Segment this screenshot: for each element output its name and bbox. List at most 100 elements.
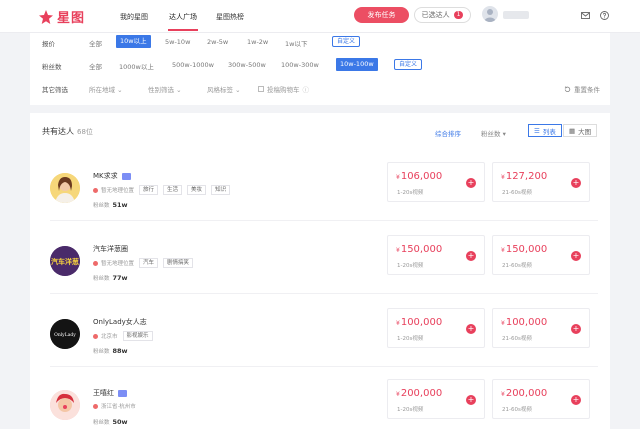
user-avatar[interactable] bbox=[482, 6, 498, 22]
mail-icon[interactable] bbox=[581, 12, 590, 19]
publish-task-button[interactable]: 发布任务 bbox=[354, 7, 409, 23]
view-list-button[interactable]: ☰ 列表 bbox=[528, 124, 562, 137]
fans-option-all[interactable]: 全部 bbox=[89, 61, 102, 71]
price-card-long[interactable]: ¥150,000 21-60s视频 + bbox=[492, 235, 590, 275]
fans-option-3m-5m[interactable]: 300w-500w bbox=[228, 61, 266, 69]
nav-talent-square[interactable]: 达人广场 bbox=[169, 12, 197, 22]
selected-talents-label: 已选达人 bbox=[421, 11, 450, 19]
price-desc: 1-20s视频 bbox=[397, 336, 424, 342]
region-dropdown[interactable]: 所在地域 ⌄ bbox=[89, 84, 123, 94]
talent-card[interactable]: OnlyLady OnlyLady女人志 北京市 影视娱乐 粉丝数 88w ¥10… bbox=[50, 305, 598, 367]
talent-card[interactable]: 王嘻红 浙江省·杭州市 粉丝数 50w ¥200,000 1-20s视频 + ¥2… bbox=[50, 376, 598, 429]
sort-fans-dropdown[interactable]: 粉丝数 ▾ bbox=[481, 128, 506, 138]
price-card-short[interactable]: ¥200,000 1-20s视频 + bbox=[387, 379, 485, 419]
talent-meta: 暂无地理位置 汽车 剧情搞笑 bbox=[93, 258, 194, 268]
price-option-10w-plus[interactable]: 10w以上 bbox=[116, 35, 151, 48]
price-card-long[interactable]: ¥127,200 21-60s视频 + bbox=[492, 162, 590, 202]
currency-symbol: ¥ bbox=[396, 391, 400, 398]
talent-avatar[interactable]: OnlyLady bbox=[50, 319, 80, 349]
results-title-text: 共有达人 bbox=[42, 127, 74, 136]
logo[interactable]: 星图 bbox=[38, 7, 85, 26]
checkbox-box bbox=[258, 86, 264, 92]
gender-dropdown[interactable]: 性别筛选 ⌄ bbox=[148, 84, 182, 94]
fans-option-100k-1m[interactable]: 10w-100w bbox=[336, 58, 378, 71]
talent-name-text: 汽车洋葱圈 bbox=[93, 245, 128, 253]
price-amount: 100,000 bbox=[400, 317, 443, 328]
talent-name[interactable]: 王嘻红 bbox=[93, 388, 127, 398]
talent-fans: 粉丝数 88w bbox=[93, 347, 128, 355]
price-option-all[interactable]: 全部 bbox=[89, 38, 102, 48]
talent-meta: 暂无地理位置 旅行 生活 美妆 知识 bbox=[93, 185, 231, 195]
talent-card[interactable]: MK求求 暂无地理位置 旅行 生活 美妆 知识 粉丝数 51w ¥106,000 … bbox=[50, 159, 598, 221]
nav-active-indicator bbox=[168, 29, 198, 31]
selected-talents-button[interactable]: 已选达人 1 bbox=[414, 7, 471, 23]
add-plus-icon[interactable]: + bbox=[466, 251, 476, 261]
talent-tag: 影视娱乐 bbox=[122, 331, 153, 341]
price-option-1w-2w[interactable]: 1w-2w bbox=[247, 38, 268, 46]
price-value: ¥106,000 bbox=[396, 171, 442, 182]
talent-avatar[interactable]: 汽车洋葱 bbox=[50, 246, 80, 276]
price-amount: 200,000 bbox=[505, 388, 548, 399]
location-pin-icon bbox=[93, 187, 98, 193]
sort-comprehensive[interactable]: 综合排序 bbox=[435, 128, 461, 138]
fans-count: 88w bbox=[112, 347, 128, 355]
talent-avatar[interactable] bbox=[50, 390, 80, 420]
fans-count: 51w bbox=[112, 201, 128, 209]
talent-name[interactable]: MK求求 bbox=[93, 171, 131, 181]
price-custom-button[interactable]: 自定义 bbox=[332, 36, 361, 47]
currency-symbol: ¥ bbox=[501, 320, 505, 327]
price-value: ¥150,000 bbox=[396, 244, 442, 255]
style-tag-dropdown[interactable]: 风格标签 ⌄ bbox=[207, 84, 241, 94]
talent-avatar-image bbox=[50, 173, 80, 203]
view-grid-button[interactable]: ▦ 大图 bbox=[563, 124, 598, 137]
style-tag-dropdown-label: 风格标签 bbox=[207, 86, 233, 94]
fans-option-1m-3m[interactable]: 100w-300w bbox=[281, 61, 319, 69]
sort-fans-label: 粉丝数 bbox=[481, 130, 501, 138]
top-bar: 星图 我的星图 达人广场 星图热榜 发布任务 已选达人 1 bbox=[0, 0, 640, 33]
talent-tag: 汽车 bbox=[139, 258, 159, 268]
price-card-long[interactable]: ¥200,000 21-60s视频 + bbox=[492, 379, 590, 419]
currency-symbol: ¥ bbox=[396, 320, 400, 327]
user-name-blurred bbox=[503, 11, 529, 19]
add-plus-icon[interactable]: + bbox=[571, 178, 581, 188]
info-icon: ⓘ bbox=[302, 86, 310, 94]
shopping-cart-checkbox-label: 投稿购物车 bbox=[267, 86, 300, 94]
talent-avatar[interactable] bbox=[50, 173, 80, 203]
price-card-short[interactable]: ¥100,000 1-20s视频 + bbox=[387, 308, 485, 348]
add-plus-icon[interactable]: + bbox=[466, 324, 476, 334]
price-card-short[interactable]: ¥106,000 1-20s视频 + bbox=[387, 162, 485, 202]
fans-option-5m-10m[interactable]: 500w-1000w bbox=[172, 61, 214, 69]
price-option-2w-5w[interactable]: 2w-5w bbox=[207, 38, 228, 46]
fans-custom-button[interactable]: 自定义 bbox=[394, 59, 423, 70]
talent-name[interactable]: OnlyLady女人志 bbox=[93, 317, 147, 327]
nav-my-xingtu[interactable]: 我的星图 bbox=[120, 12, 148, 22]
price-card-long[interactable]: ¥100,000 21-60s视频 + bbox=[492, 308, 590, 348]
help-icon[interactable] bbox=[600, 11, 609, 20]
price-option-under-1w[interactable]: 1w以下 bbox=[285, 38, 307, 48]
filter-panel: 报价 全部 10w以上 5w-10w 2w-5w 1w-2w 1w以下 自定义 … bbox=[30, 33, 610, 105]
reset-filters-button[interactable]: 重置条件 bbox=[564, 84, 600, 94]
add-plus-icon[interactable]: + bbox=[571, 324, 581, 334]
shopping-cart-checkbox[interactable]: 投稿购物车 ⓘ bbox=[258, 84, 309, 94]
add-plus-icon[interactable]: + bbox=[571, 251, 581, 261]
fans-label: 粉丝数 bbox=[93, 349, 110, 355]
talent-name[interactable]: 汽车洋葱圈 bbox=[93, 244, 128, 254]
currency-symbol: ¥ bbox=[501, 391, 505, 398]
add-plus-icon[interactable]: + bbox=[466, 178, 476, 188]
add-plus-icon[interactable]: + bbox=[571, 395, 581, 405]
talent-card[interactable]: 汽车洋葱 汽车洋葱圈 暂无地理位置 汽车 剧情搞笑 粉丝数 77w ¥150,00… bbox=[50, 232, 598, 294]
price-desc: 21-60s视频 bbox=[502, 190, 532, 196]
price-option-5w-10w[interactable]: 5w-10w bbox=[165, 38, 190, 46]
fans-label: 粉丝数 bbox=[93, 420, 110, 426]
add-plus-icon[interactable]: + bbox=[466, 395, 476, 405]
chevron-down-icon: ⌄ bbox=[176, 86, 182, 94]
nav-hot-list[interactable]: 星图热榜 bbox=[216, 12, 244, 22]
fans-count: 77w bbox=[112, 274, 128, 282]
currency-symbol: ¥ bbox=[396, 247, 400, 254]
price-card-short[interactable]: ¥150,000 1-20s视频 + bbox=[387, 235, 485, 275]
results-count: 68位 bbox=[77, 128, 93, 136]
selected-count-badge: 1 bbox=[453, 11, 464, 19]
fans-option-10m-plus[interactable]: 1000w以上 bbox=[119, 61, 154, 71]
fans-label: 粉丝数 bbox=[93, 276, 110, 282]
talent-meta: 北京市 影视娱乐 bbox=[93, 331, 153, 341]
